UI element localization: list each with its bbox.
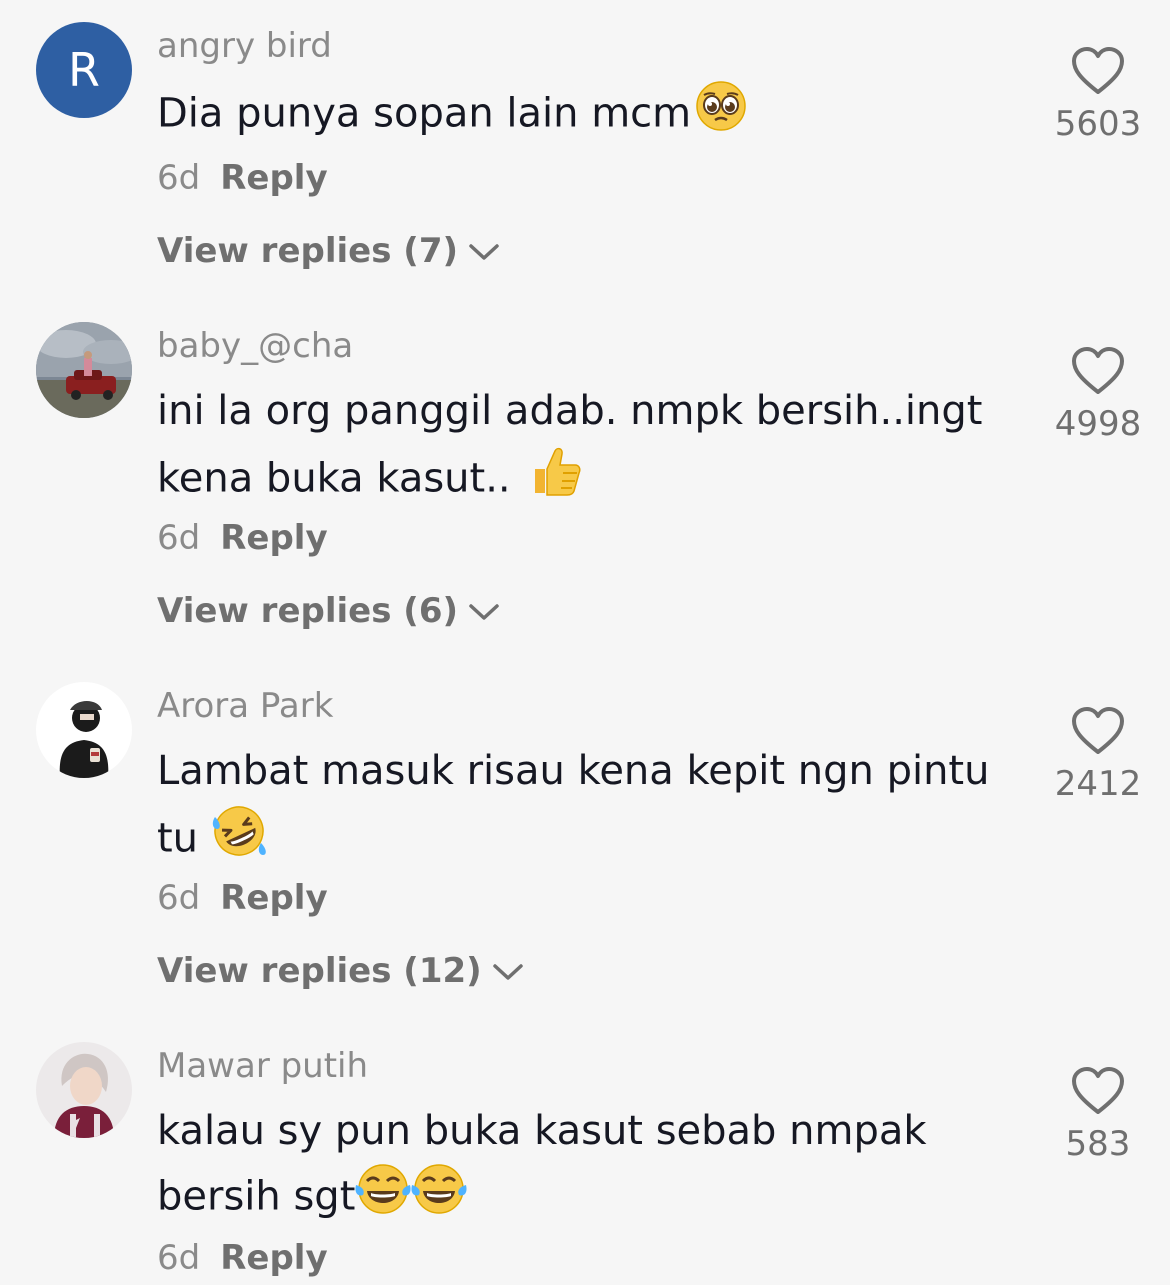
view-replies-button[interactable]: View replies (7): [157, 229, 500, 273]
avatar[interactable]: [36, 1042, 132, 1138]
comment-time: 6d: [157, 878, 201, 918]
view-replies-label: View replies (12): [157, 951, 482, 991]
comment-meta: 6d Reply: [157, 156, 328, 200]
like-button[interactable]: 2412: [1040, 706, 1156, 804]
avatar[interactable]: [36, 682, 132, 778]
view-replies-button[interactable]: View replies (12): [157, 949, 524, 993]
view-replies-label: View replies (6): [157, 591, 459, 631]
comment-time: 6d: [157, 1238, 201, 1278]
comment-username[interactable]: Mawar putih: [157, 1044, 368, 1088]
comment-text: ini la org panggil adab. nmpk bersih..in…: [157, 380, 1032, 518]
reply-button[interactable]: Reply: [220, 518, 327, 558]
view-replies-label: View replies (7): [157, 231, 459, 271]
reply-button[interactable]: Reply: [220, 1238, 327, 1278]
chevron-down-icon: [468, 229, 500, 273]
comment-text: kalau sy pun buka kasut sebab nmpak bers…: [157, 1100, 957, 1234]
comment-username[interactable]: baby_@cha: [157, 324, 353, 368]
face-with-tears-of-joy-icon: [411, 1163, 467, 1234]
like-count: 4998: [1054, 404, 1142, 444]
avatar[interactable]: [36, 322, 132, 418]
comment-meta: 6d Reply: [157, 1236, 328, 1280]
reply-button[interactable]: Reply: [220, 158, 327, 198]
comment-text-body: Lambat masuk risau kena kepit ngn pintu …: [157, 748, 990, 862]
comment-text-body: kalau sy pun buka kasut sebab nmpak bers…: [157, 1108, 927, 1220]
comment-time: 6d: [157, 158, 201, 198]
comment-time: 6d: [157, 518, 201, 558]
comment-username[interactable]: angry bird: [157, 24, 332, 68]
view-replies-button[interactable]: View replies (6): [157, 589, 500, 633]
face-with-tears-of-joy-icon: [355, 1163, 411, 1234]
heart-icon: [1040, 1066, 1156, 1120]
pleading-face-icon: [695, 80, 747, 151]
heart-icon: [1040, 346, 1156, 400]
comment-meta: 6d Reply: [157, 876, 328, 920]
thumbs-up-icon: [527, 443, 583, 518]
comment-meta: 6d Reply: [157, 516, 328, 560]
like-count: 5603: [1054, 104, 1142, 144]
rolling-on-floor-laughing-icon: [211, 803, 267, 878]
like-button[interactable]: 583: [1040, 1066, 1156, 1164]
comment-text-body: Dia punya sopan lain mcm: [157, 90, 692, 137]
avatar[interactable]: R: [36, 22, 132, 118]
comment-text: Lambat masuk risau kena kepit ngn pintu …: [157, 740, 1032, 878]
heart-icon: [1040, 46, 1156, 100]
chevron-down-icon: [468, 589, 500, 633]
chevron-down-icon: [492, 949, 524, 993]
like-count: 2412: [1054, 764, 1142, 804]
comment-username[interactable]: Arora Park: [157, 684, 333, 728]
like-button[interactable]: 4998: [1040, 346, 1156, 444]
like-button[interactable]: 5603: [1040, 46, 1156, 144]
like-count: 583: [1065, 1124, 1131, 1164]
reply-button[interactable]: Reply: [220, 878, 327, 918]
heart-icon: [1040, 706, 1156, 760]
comment-text: Dia punya sopan lain mcm: [157, 80, 1032, 151]
